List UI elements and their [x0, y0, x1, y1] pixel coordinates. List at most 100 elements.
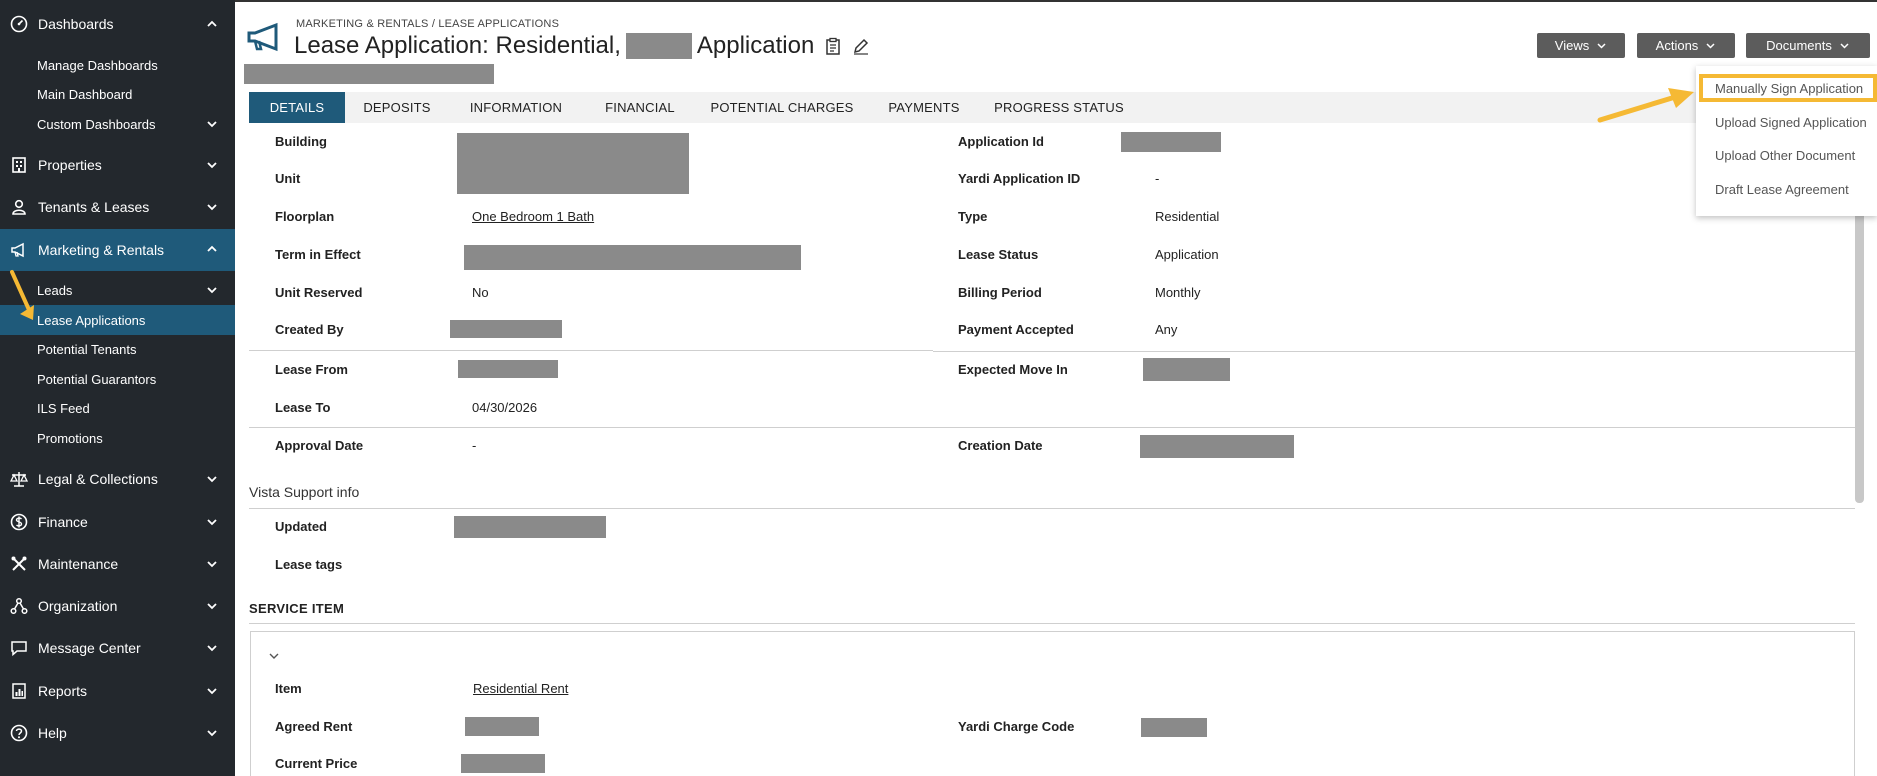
nav-label: Promotions [37, 430, 103, 446]
unit-reserved-value: No [472, 285, 489, 300]
top-border [235, 0, 1877, 2]
redacted-block [1143, 358, 1230, 381]
nav-ils-feed[interactable]: ILS Feed [0, 393, 235, 423]
chevron-down-icon [207, 204, 217, 211]
lease-status-label: Lease Status [958, 247, 1039, 262]
nav-finance[interactable]: Finance [0, 502, 235, 542]
redacted-block [1140, 435, 1294, 458]
nav-label: Properties [38, 157, 102, 173]
nav-help[interactable]: Help [0, 713, 235, 753]
page-title: Lease Application: Residential, Applicat… [294, 32, 870, 60]
nav-promotions[interactable]: Promotions [0, 423, 235, 453]
chevron-down-icon[interactable] [268, 650, 280, 662]
nav-label: Finance [38, 514, 88, 530]
nav-label: Potential Tenants [37, 341, 137, 357]
divider [933, 351, 1855, 352]
redacted-block [457, 133, 689, 194]
divider [249, 508, 1855, 509]
nav-label: Potential Guarantors [37, 371, 157, 387]
nav-label: Dashboards [38, 16, 114, 32]
clipboard-icon[interactable] [824, 37, 842, 55]
scales-icon [8, 468, 30, 490]
lease-from-label: Lease From [275, 362, 348, 377]
item-label: Item [275, 681, 302, 696]
nav-maintenance[interactable]: Maintenance [0, 544, 235, 584]
sidebar: Dashboards Manage Dashboards Main Dashbo… [0, 0, 235, 776]
service-item-title: SERVICE ITEM [249, 601, 345, 616]
button-label: Views [1554, 38, 1590, 53]
nav-properties[interactable]: Properties [0, 145, 235, 185]
building-label: Building [275, 134, 327, 149]
actions-button[interactable]: Actions [1637, 33, 1735, 58]
documents-dropdown-menu: Manually Sign Application Upload Signed … [1696, 66, 1877, 216]
nav-dashboards[interactable]: Dashboards [0, 4, 235, 44]
chevron-down-icon [207, 645, 217, 652]
tab-information[interactable]: INFORMATION [460, 92, 572, 123]
lease-to-value: 04/30/2026 [472, 400, 538, 415]
redacted-block [454, 516, 606, 538]
title-suffix: Application [696, 32, 815, 59]
nav-label: Manage Dashboards [37, 57, 158, 73]
type-value: Residential [1155, 209, 1220, 224]
building-icon [8, 154, 30, 176]
nav-message-center[interactable]: Message Center [0, 628, 235, 668]
chevron-down-icon [207, 476, 217, 483]
tab-deposits[interactable]: DEPOSITS [351, 92, 443, 123]
nav-label: Custom Dashboards [37, 116, 156, 132]
documents-button[interactable]: Documents [1746, 33, 1870, 58]
message-icon [8, 637, 30, 659]
nav-tenants-leases[interactable]: Tenants & Leases [0, 187, 235, 227]
nav-manage-dashboards[interactable]: Manage Dashboards [0, 50, 235, 80]
organization-icon [8, 595, 30, 617]
tab-potential-charges[interactable]: POTENTIAL CHARGES [707, 92, 857, 123]
title-prefix: Lease Application: Residential, [294, 32, 621, 59]
chevron-down-icon [207, 688, 217, 695]
payment-accepted-value: Any [1155, 322, 1178, 337]
approval-date-value: - [472, 438, 477, 453]
menu-item-upload-other-document[interactable]: Upload Other Document [1696, 141, 1877, 169]
lease-to-label: Lease To [275, 400, 331, 415]
divider [249, 350, 933, 351]
nav-leads[interactable]: Leads [0, 275, 235, 305]
nav-potential-guarantors[interactable]: Potential Guarantors [0, 364, 235, 394]
nav-custom-dashboards[interactable]: Custom Dashboards [0, 109, 235, 139]
term-label: Term in Effect [275, 247, 361, 262]
tab-payments[interactable]: PAYMENTS [874, 92, 974, 123]
vista-section-title: Vista Support info [249, 484, 360, 500]
item-link[interactable]: Residential Rent [473, 681, 568, 696]
nav-marketing-rentals[interactable]: Marketing & Rentals [0, 229, 235, 271]
megaphone-icon [8, 239, 30, 261]
tab-financial[interactable]: FINANCIAL [590, 92, 690, 123]
unit-label: Unit [275, 171, 301, 186]
nav-label: Tenants & Leases [38, 199, 150, 215]
created-by-label: Created By [275, 322, 344, 337]
nav-reports[interactable]: Reports [0, 671, 235, 711]
nav-main-dashboard[interactable]: Main Dashboard [0, 79, 235, 109]
billing-period-value: Monthly [1155, 285, 1201, 300]
finance-icon [8, 511, 30, 533]
menu-item-draft-lease-agreement[interactable]: Draft Lease Agreement [1696, 175, 1877, 203]
menu-item-upload-signed-application[interactable]: Upload Signed Application [1696, 108, 1877, 136]
tools-icon [8, 553, 30, 575]
type-label: Type [958, 209, 988, 224]
current-price-label: Current Price [275, 756, 358, 771]
nav-legal-collections[interactable]: Legal & Collections [0, 459, 235, 499]
views-button[interactable]: Views [1537, 33, 1625, 58]
menu-item-manually-sign-application[interactable]: Manually Sign Application [1699, 74, 1877, 102]
chevron-down-icon [207, 121, 217, 128]
chevron-down-icon [207, 730, 217, 737]
nav-label: Lease Applications [37, 312, 146, 328]
updated-label: Updated [275, 519, 327, 534]
dashboard-icon [8, 13, 30, 35]
tab-progress-status[interactable]: PROGRESS STATUS [992, 92, 1126, 123]
nav-potential-tenants[interactable]: Potential Tenants [0, 334, 235, 364]
breadcrumb: MARKETING & RENTALS / LEASE APPLICATIONS [296, 18, 560, 30]
edit-icon[interactable] [852, 37, 870, 55]
tab-details[interactable]: DETAILS [249, 92, 345, 123]
floorplan-label: Floorplan [275, 209, 335, 224]
nav-lease-applications[interactable]: Lease Applications [0, 305, 235, 335]
divider [249, 623, 1855, 624]
floorplan-link[interactable]: One Bedroom 1 Bath [472, 209, 594, 224]
redacted-block [465, 717, 539, 736]
nav-organization[interactable]: Organization [0, 586, 235, 626]
